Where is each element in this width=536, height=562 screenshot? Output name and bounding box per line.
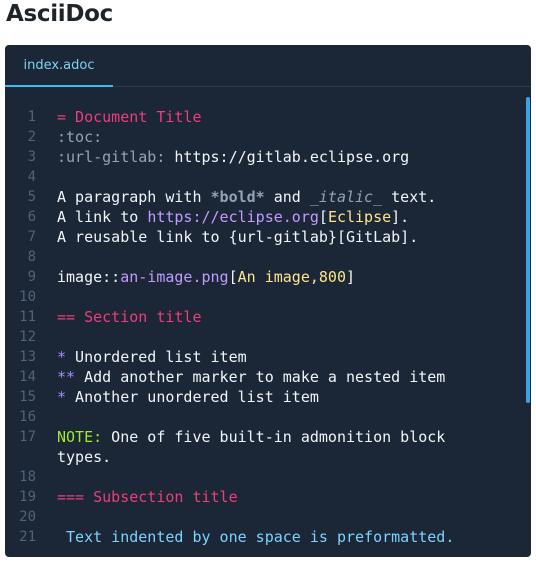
code-line[interactable]: 9 image::an-image.png[An image,800]	[5, 267, 531, 287]
vertical-scrollbar[interactable]	[526, 97, 530, 403]
line-number: 13	[19, 349, 36, 365]
code-token: :url-gitlab:	[57, 148, 166, 166]
code-token: _italic_	[309, 188, 383, 206]
line-number: 7	[27, 229, 36, 245]
line-number: 8	[27, 249, 36, 265]
line-content: NOTE: One of five built-in admonition bl…	[57, 427, 445, 467]
code-token: and	[264, 188, 310, 206]
code-line[interactable]: 17 NOTE: One of five built-in admonition …	[5, 427, 531, 467]
line-number: 14	[19, 369, 36, 385]
tab-index-adoc[interactable]: index.adoc	[5, 45, 113, 87]
code-editor[interactable]: index.adoc 1 = Document Title 2 :toc: 3 :url-…	[5, 45, 531, 557]
code-line[interactable]: 12	[5, 327, 531, 347]
tab-bar: index.adoc	[5, 45, 531, 87]
line-content: ** Add another marker to make a nested i…	[57, 367, 445, 387]
code-line[interactable]: 7 A reusable link to {url-gitlab}[GitLab]…	[5, 227, 531, 247]
code-line[interactable]: 14 ** Add another marker to make a nested…	[5, 367, 531, 387]
line-content: image::an-image.png[An image,800]	[57, 267, 355, 287]
code-line[interactable]: 4	[5, 167, 531, 187]
code-token: Add another marker to make a nested item	[75, 368, 446, 386]
line-number: 20	[19, 509, 36, 525]
line-number: 5	[27, 189, 36, 205]
line-number: 9	[27, 269, 36, 285]
line-number: 10	[19, 289, 36, 305]
code-token: image::	[57, 268, 121, 286]
line-content: * Another unordered list item	[57, 387, 319, 407]
code-area[interactable]: 1 = Document Title 2 :toc: 3 :url-gitlab: htt…	[5, 107, 531, 547]
code-line[interactable]: 11 == Section title	[5, 307, 531, 327]
line-number: 6	[27, 209, 36, 225]
code-line[interactable]: 18	[5, 467, 531, 487]
page-title: AsciiDoc	[6, 1, 114, 27]
code-token: https://gitlab.eclipse.org	[165, 148, 410, 166]
code-token: ]	[346, 268, 356, 286]
code-token: An image,800	[237, 268, 346, 286]
line-number: 15	[19, 389, 36, 405]
line-content: A reusable link to {url-gitlab}[GitLab].	[57, 227, 418, 247]
line-number: 18	[19, 469, 36, 485]
code-token: A paragraph with	[57, 188, 211, 206]
code-token: text.	[382, 188, 437, 206]
line-number: 16	[19, 409, 36, 425]
line-content: = Document Title	[57, 107, 202, 127]
code-line[interactable]: 15 * Another unordered list item	[5, 387, 531, 407]
line-content: A paragraph with *bold* and _italic_ tex…	[57, 187, 436, 207]
code-token: Unordered list item	[66, 348, 247, 366]
code-line[interactable]: 1 = Document Title	[5, 107, 531, 127]
code-line[interactable]: 16	[5, 407, 531, 427]
code-token: *bold*	[210, 188, 265, 206]
line-number: 21	[19, 529, 36, 545]
code-line[interactable]: 6 A link to https://eclipse.org[Eclipse].	[5, 207, 531, 227]
code-token: === Subsection title	[57, 488, 238, 506]
line-number: 19	[19, 489, 36, 505]
code-token: *	[57, 388, 67, 406]
code-line[interactable]: 2 :toc:	[5, 127, 531, 147]
code-line[interactable]: 10	[5, 287, 531, 307]
line-content: Text indented by one space is preformatt…	[57, 527, 454, 547]
code-token: One of five built-in admonition block ty…	[57, 428, 446, 466]
code-token: Another unordered list item	[66, 388, 319, 406]
code-line[interactable]: 21 Text indented by one space is preform…	[5, 527, 531, 547]
code-token: [	[228, 268, 238, 286]
line-content: A link to https://eclipse.org[Eclipse].	[57, 207, 409, 227]
line-content: === Subsection title	[57, 487, 238, 507]
code-token: Text indented by one space is preformatt…	[57, 528, 455, 546]
code-token: *	[57, 348, 67, 366]
line-number: 1	[27, 109, 36, 125]
line-number: 12	[19, 329, 36, 345]
line-number: 17	[19, 429, 36, 445]
code-token: A link to	[57, 208, 148, 226]
code-token: A reusable link to {url-gitlab}[GitLab].	[57, 228, 419, 246]
line-number: 3	[27, 149, 36, 165]
code-token: NOTE:	[57, 428, 103, 446]
code-line[interactable]: 3 :url-gitlab: https://gitlab.eclipse.org	[5, 147, 531, 167]
line-content: * Unordered list item	[57, 347, 247, 367]
code-token: **	[57, 368, 76, 386]
code-token: Eclipse	[327, 208, 392, 226]
code-token: == Section title	[57, 308, 202, 326]
line-number: 4	[27, 169, 36, 185]
code-token: [	[318, 208, 328, 226]
line-content: :toc:	[57, 127, 102, 147]
code-line[interactable]: 8	[5, 247, 531, 267]
code-line[interactable]: 20	[5, 507, 531, 527]
code-token: an-image.png	[120, 268, 229, 286]
code-line[interactable]: 13 * Unordered list item	[5, 347, 531, 367]
line-content: :url-gitlab: https://gitlab.eclipse.org	[57, 147, 409, 167]
code-token: https://eclipse.org	[147, 208, 319, 226]
code-token: = Document Title	[57, 108, 202, 126]
code-line[interactable]: 5 A paragraph with *bold* and _italic_ te…	[5, 187, 531, 207]
code-token: ].	[391, 208, 410, 226]
line-content: == Section title	[57, 307, 202, 327]
code-line[interactable]: 19 === Subsection title	[5, 487, 531, 507]
line-number: 2	[27, 129, 36, 145]
code-token: :toc:	[57, 128, 103, 146]
line-number: 11	[19, 309, 36, 325]
